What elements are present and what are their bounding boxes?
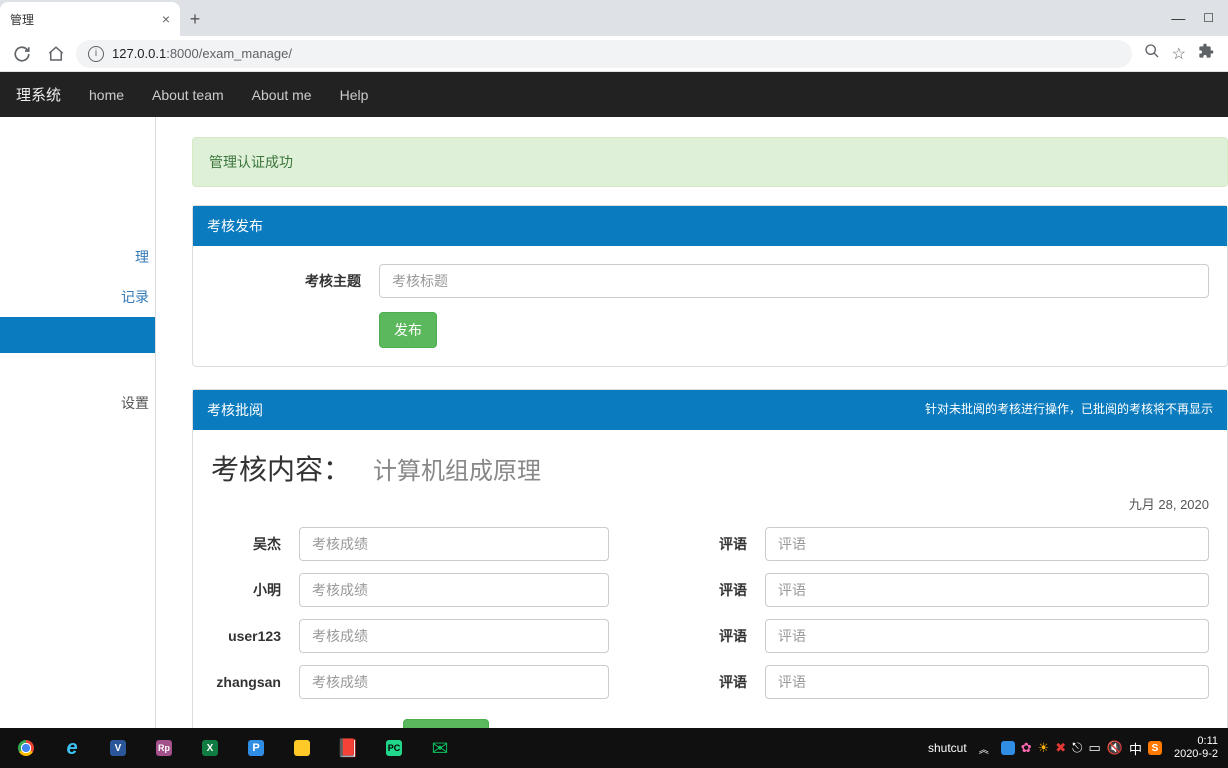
taskbar: e V Rp X P 📕 PC ✉ shutcut ︽ ✿ ☀ ✖ ⎋ ▭ 🔇 … (0, 728, 1228, 768)
ie-icon[interactable]: e (50, 728, 94, 768)
app-p-icon[interactable]: P (234, 728, 278, 768)
tray-icons: ✿ ☀ ✖ ⎋ ▭ 🔇 中 S (1001, 739, 1162, 758)
explorer-icon[interactable] (280, 728, 324, 768)
home-icon[interactable] (42, 40, 70, 68)
tray-x-icon[interactable]: ✖ (1055, 740, 1066, 756)
review-panel-hint: 针对未批阅的考核进行操作，已批阅的考核将不再显示 (925, 400, 1213, 420)
clock-time: 0:11 (1174, 735, 1218, 748)
grade-grid: 吴杰 评语 小明 评语 user123 评语 zhangsan 评语 (211, 527, 1209, 728)
tray-sun-icon[interactable]: ☀ (1038, 740, 1050, 756)
content-date: 九月 28, 2020 (211, 494, 1209, 513)
publish-button[interactable]: 发布 (379, 312, 437, 348)
shortcut-label[interactable]: shutcut (928, 741, 967, 755)
tray-flower-icon[interactable]: ✿ (1021, 740, 1032, 756)
comment-input[interactable] (765, 527, 1209, 561)
pycharm-icon[interactable]: PC (372, 728, 416, 768)
comment-label: 评语 (627, 580, 747, 600)
tray-app-icon[interactable] (1001, 741, 1015, 755)
excel-icon[interactable]: X (188, 728, 232, 768)
visio-icon[interactable]: V (96, 728, 140, 768)
main-content: 管理认证成功 考核发布 考核主题 发布 考核批阅 针对未批阅的考核进行操作，已批… (156, 117, 1228, 728)
topic-label: 考核主题 (211, 271, 361, 291)
sidebar-item-settings[interactable]: 设置 (0, 383, 155, 423)
sidebar-item-manage[interactable]: 理 (0, 237, 155, 277)
book-icon[interactable]: 📕 (326, 728, 370, 768)
nav-link-home[interactable]: home (89, 87, 124, 103)
review-panel-heading: 考核批阅 针对未批阅的考核进行操作，已批阅的考核将不再显示 (193, 390, 1227, 430)
rp-icon[interactable]: Rp (142, 728, 186, 768)
taskbar-clock[interactable]: 0:11 2020-9-2 (1174, 735, 1218, 761)
reload-icon[interactable] (8, 40, 36, 68)
sidebar-item-active[interactable] (0, 317, 155, 353)
address-bar: i 127.0.0.1:8000/exam_manage/ ☆ (0, 36, 1228, 72)
main-navbar: 理系统 home About team About me Help (0, 72, 1228, 117)
new-tab-button[interactable]: + (180, 2, 210, 36)
bookmark-star-icon[interactable]: ☆ (1172, 44, 1186, 64)
sidebar: 理 记录 设置 (0, 117, 156, 728)
chrome-icon[interactable] (4, 728, 48, 768)
volume-mute-icon[interactable]: 🔇 (1107, 740, 1123, 756)
nav-link-about-team[interactable]: About team (152, 87, 224, 103)
content-title-label: 考核内容： (211, 448, 351, 488)
browser-tab[interactable]: 管理 × (0, 2, 180, 36)
comment-input[interactable] (765, 665, 1209, 699)
score-input[interactable] (299, 573, 609, 607)
nav-link-help[interactable]: Help (340, 87, 369, 103)
sidebar-item-records[interactable]: 记录 (0, 277, 155, 317)
review-panel-title: 考核批阅 (207, 400, 263, 420)
student-name: 吴杰 (211, 534, 281, 554)
url-text: 127.0.0.1:8000/exam_manage/ (112, 46, 292, 61)
publish-panel: 考核发布 考核主题 发布 (192, 205, 1228, 367)
zoom-icon[interactable] (1144, 43, 1160, 64)
wechat-icon[interactable]: ✉ (418, 728, 462, 768)
review-panel: 考核批阅 针对未批阅的考核进行操作，已批阅的考核将不再显示 考核内容： 计算机组… (192, 389, 1228, 728)
alert-success: 管理认证成功 (192, 137, 1228, 187)
topic-input[interactable] (379, 264, 1209, 298)
publish-panel-title: 考核发布 (207, 216, 263, 236)
clock-date: 2020-9-2 (1174, 748, 1218, 761)
browser-tab-strip: 管理 × + — ☐ (0, 0, 1228, 36)
navbar-brand[interactable]: 理系统 (16, 84, 61, 105)
student-name: user123 (211, 628, 281, 644)
score-input[interactable] (299, 619, 609, 653)
comment-label: 评语 (627, 672, 747, 692)
close-icon[interactable]: × (162, 11, 170, 27)
extensions-icon[interactable] (1198, 43, 1214, 64)
alert-message: 管理认证成功 (209, 154, 293, 170)
publish-panel-heading: 考核发布 (193, 206, 1227, 246)
finish-review-button[interactable]: 完成批阅 (403, 719, 489, 728)
student-name: 小明 (211, 580, 281, 600)
url-input[interactable]: i 127.0.0.1:8000/exam_manage/ (76, 40, 1132, 68)
chevron-up-icon[interactable]: ︽ (979, 741, 989, 756)
comment-input[interactable] (765, 619, 1209, 653)
minimize-icon[interactable]: — (1171, 10, 1185, 26)
comment-input[interactable] (765, 573, 1209, 607)
student-name: zhangsan (211, 674, 281, 690)
maximize-icon[interactable]: ☐ (1203, 11, 1214, 25)
tab-title: 管理 (10, 11, 34, 28)
site-info-icon[interactable]: i (88, 46, 104, 62)
battery-icon[interactable]: ▭ (1088, 740, 1100, 756)
ime-icon[interactable]: 中 (1129, 739, 1142, 758)
content-title: 考核内容： 计算机组成原理 (211, 448, 1209, 488)
comment-label: 评语 (627, 626, 747, 646)
tray-s-icon[interactable]: S (1148, 741, 1162, 755)
content-title-value: 计算机组成原理 (373, 451, 541, 486)
nav-link-about-me[interactable]: About me (252, 87, 312, 103)
wifi-icon[interactable]: ⎋ (1072, 740, 1082, 756)
score-input[interactable] (299, 527, 609, 561)
score-input[interactable] (299, 665, 609, 699)
comment-label: 评语 (627, 534, 747, 554)
